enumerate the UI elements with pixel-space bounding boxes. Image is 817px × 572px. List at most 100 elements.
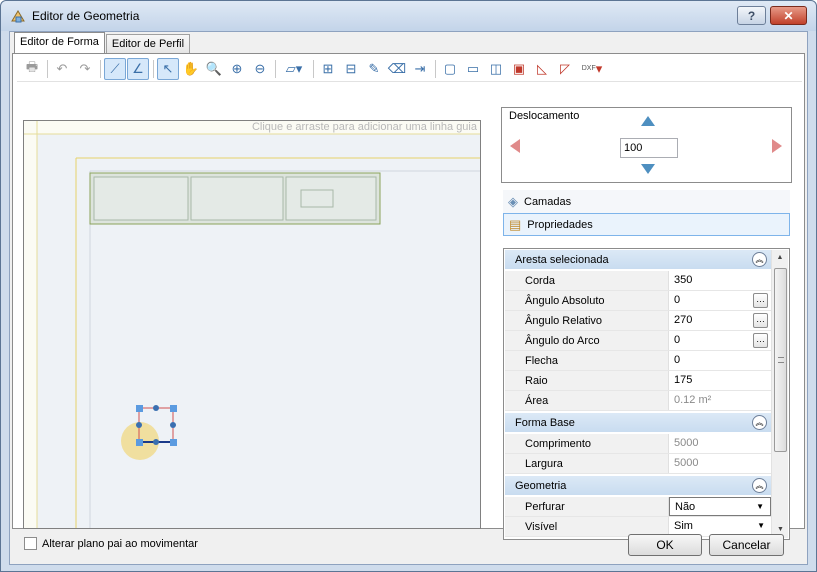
add-vertex-icon[interactable]: ⊞: [317, 58, 339, 80]
property-value: 0: [674, 294, 681, 306]
editor-window: Editor de Geometria ? ✕ Editor de Forma …: [0, 0, 817, 572]
delete-edge-icon[interactable]: ⌫: [386, 58, 408, 80]
move-parent-option[interactable]: Alterar plano pai ao movimentar: [24, 537, 198, 550]
window-title: Editor de Geometria: [32, 9, 140, 23]
property-name: Largura: [505, 454, 669, 473]
property-value[interactable]: 175: [669, 371, 771, 390]
move-parent-checkbox[interactable]: [24, 537, 37, 550]
shape4-icon[interactable]: ▣: [508, 58, 530, 80]
move-down-icon[interactable]: [641, 164, 655, 174]
shape5-icon[interactable]: ◺: [531, 58, 553, 80]
select-icon[interactable]: ↖: [157, 57, 179, 80]
tab-editor-de-forma[interactable]: Editor de Forma: [14, 32, 105, 54]
cancel-button[interactable]: Cancelar: [709, 534, 784, 556]
shape2-icon[interactable]: ▭: [462, 58, 484, 80]
tab-strip: Editor de Forma Editor de Perfil: [14, 32, 191, 54]
layers-panel-header[interactable]: ◈ Camadas: [503, 190, 790, 213]
scroll-up-icon[interactable]: ▲: [772, 250, 788, 266]
property-name: Perfurar: [505, 497, 669, 516]
ellipsis-button[interactable]: …: [753, 333, 768, 348]
tab-page-shape-editor: 🖶 ↶ ↷ ⟋ ∠ ↖ ✋ 🔍 ⊕ ⊖ ▱▾ ⊞ ⊟ ✎ ⌫ ⇥ ▢ ▭ ◫ ▣…: [12, 53, 805, 540]
remove-vertex-icon[interactable]: ⊟: [340, 58, 362, 80]
move-parent-label: Alterar plano pai ao movimentar: [42, 537, 198, 550]
property-name: Flecha: [505, 351, 669, 370]
close-button[interactable]: ✕: [770, 6, 807, 25]
move-left-icon[interactable]: [510, 139, 520, 153]
collapse-icon[interactable]: ︽: [752, 252, 767, 267]
print-icon[interactable]: 🖶: [21, 58, 43, 80]
dialog-client: Editor de Forma Editor de Perfil 🖶 ↶ ↷ ⟋…: [9, 31, 808, 565]
property-row: Largura 5000: [505, 454, 771, 474]
property-name: Comprimento: [505, 434, 669, 453]
property-value[interactable]: 350: [669, 271, 771, 290]
edit-edge-icon[interactable]: ✎: [363, 58, 385, 80]
toolbar-separator: [275, 59, 276, 78]
displacement-input[interactable]: [620, 138, 678, 158]
align-icon[interactable]: ⇥: [409, 58, 431, 80]
geometry-editor-icon: [11, 10, 25, 23]
properties-label: Propriedades: [527, 218, 593, 231]
toolbar: 🖶 ↶ ↷ ⟋ ∠ ↖ ✋ 🔍 ⊕ ⊖ ▱▾ ⊞ ⊟ ✎ ⌫ ⇥ ▢ ▭ ◫ ▣…: [17, 56, 802, 82]
zoom-icon[interactable]: 🔍: [203, 58, 225, 80]
grip-icon: [778, 357, 784, 363]
property-value: 5000: [674, 437, 699, 449]
category-geometry: Geometria ︽: [505, 476, 771, 495]
move-right-icon[interactable]: [772, 139, 782, 153]
title-bar: Editor de Geometria ? ✕: [1, 1, 816, 31]
shape1-icon[interactable]: ▢: [439, 58, 461, 80]
property-dropdown[interactable]: Não ▼: [669, 497, 771, 516]
property-row: Ângulo Relativo 270 …: [505, 311, 771, 331]
displacement-label: Deslocamento: [509, 110, 580, 122]
layers-label: Camadas: [524, 195, 572, 208]
category-title: Forma Base: [515, 416, 575, 429]
property-value-cell[interactable]: 0 …: [669, 331, 771, 350]
pan-icon[interactable]: ✋: [180, 58, 202, 80]
snap-angle-icon[interactable]: ∠: [127, 57, 149, 80]
property-row: Corda 350: [505, 271, 771, 291]
property-value: 5000: [674, 457, 699, 469]
property-grid-content: Aresta selecionada ︽ Corda 350 Ângulo Ab…: [505, 250, 771, 537]
property-row: Flecha 0: [505, 351, 771, 371]
vertical-scrollbar[interactable]: ▲ ▼: [771, 250, 788, 538]
layers-icon: ◈: [508, 193, 518, 209]
category-title: Aresta selecionada: [515, 253, 609, 266]
scroll-thumb[interactable]: [774, 268, 787, 452]
move-up-icon[interactable]: [641, 116, 655, 126]
category-title: Geometria: [515, 479, 567, 492]
property-value[interactable]: 0: [669, 351, 771, 370]
dxf-import-icon[interactable]: DXF ▾: [577, 58, 607, 80]
redo-icon[interactable]: ↷: [74, 58, 96, 80]
shape3-icon[interactable]: ◫: [485, 58, 507, 80]
property-name: Área: [505, 391, 669, 410]
property-value-cell[interactable]: 0 …: [669, 291, 771, 310]
properties-panel-header[interactable]: ▤ Propriedades: [503, 213, 790, 236]
collapse-icon[interactable]: ︽: [752, 478, 767, 493]
drawing-canvas[interactable]: Clique e arraste para adicionar uma linh…: [23, 120, 481, 529]
property-row: Raio 175: [505, 371, 771, 391]
polygon-dropdown-icon[interactable]: ▱▾: [279, 58, 309, 80]
displacement-box: Deslocamento: [501, 107, 792, 183]
property-name: Ângulo Relativo: [505, 311, 669, 330]
snap-icon[interactable]: ⟋: [104, 57, 126, 80]
property-value-cell[interactable]: 270 …: [669, 311, 771, 330]
collapse-icon[interactable]: ︽: [752, 415, 767, 430]
property-name: Ângulo do Arco: [505, 331, 669, 350]
property-row: Comprimento 5000: [505, 434, 771, 454]
tab-editor-de-perfil[interactable]: Editor de Perfil: [105, 34, 191, 54]
ok-button[interactable]: OK: [628, 534, 702, 556]
property-row: Ângulo do Arco 0 …: [505, 331, 771, 351]
ellipsis-button[interactable]: …: [753, 293, 768, 308]
toolbar-separator: [100, 59, 101, 78]
ellipsis-button[interactable]: …: [753, 313, 768, 328]
zoom-out-icon[interactable]: ⊖: [249, 58, 271, 80]
property-row: Perfurar Não ▼: [505, 497, 771, 517]
dxf-label: DXF: [581, 65, 596, 72]
zoom-in-icon[interactable]: ⊕: [226, 58, 248, 80]
help-button[interactable]: ?: [737, 6, 766, 25]
shape6-icon[interactable]: ◸: [554, 58, 576, 80]
property-name: Corda: [505, 271, 669, 290]
chevron-down-icon: ▼: [757, 521, 765, 530]
undo-icon[interactable]: ↶: [51, 58, 73, 80]
property-row: Ângulo Absoluto 0 …: [505, 291, 771, 311]
property-row: Área 0.12 m²: [505, 391, 771, 411]
